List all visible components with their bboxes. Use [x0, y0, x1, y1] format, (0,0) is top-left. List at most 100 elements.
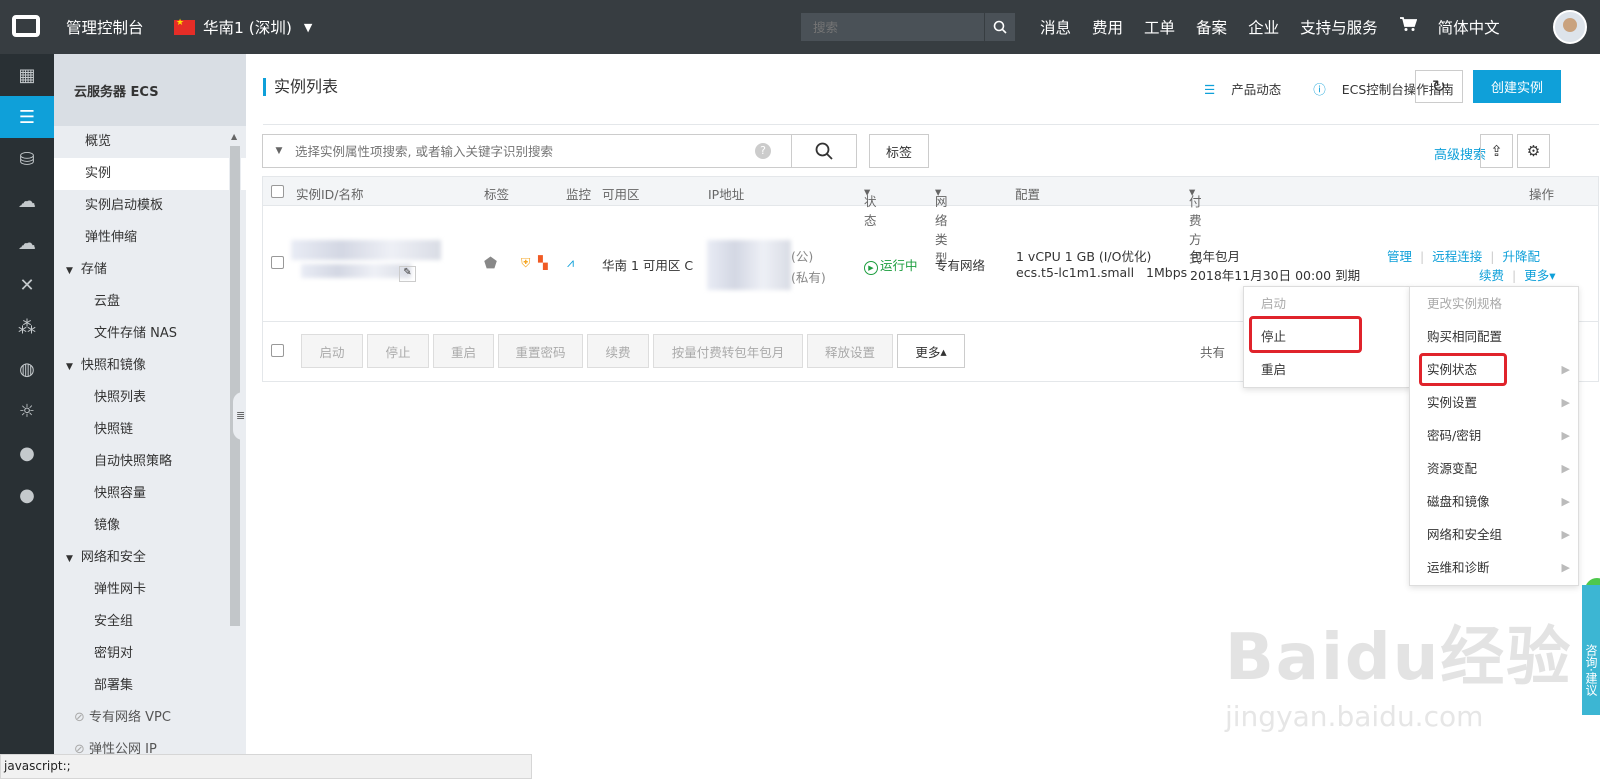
search-icon[interactable] — [984, 13, 1015, 41]
filter-search-button[interactable] — [791, 134, 857, 168]
refresh-button[interactable]: ↻ — [1415, 70, 1463, 103]
stop-button[interactable]: 停止 — [367, 334, 429, 368]
menu-ops-diagnosis[interactable]: 运维和诊断 ▶ — [1410, 551, 1578, 584]
sidebar-item-3[interactable]: 弹性伸缩 — [54, 222, 246, 254]
sidebar-item-11[interactable]: 快照容量 — [54, 478, 246, 510]
sidebar-item-label: 文件存储 NAS — [94, 326, 178, 341]
menu-instance-settings[interactable]: 实例设置 ▶ — [1410, 386, 1578, 419]
product-news-link[interactable]: ☰ 产品动态 — [1204, 79, 1297, 98]
security-shield-icon[interactable]: ⛨ — [521, 255, 530, 271]
cart-icon[interactable] — [1399, 16, 1417, 38]
col-billing[interactable]: 付费方式 ▾ — [1189, 184, 1202, 266]
more-actions-button[interactable]: 更多 ▴ — [897, 334, 965, 368]
question-icon[interactable]: ? — [755, 143, 771, 159]
advanced-search-link[interactable]: 高级搜索 — [1434, 144, 1486, 163]
sidebar-item-9[interactable]: 快照链 — [54, 414, 246, 446]
tag-icon[interactable]: ⬟ — [484, 254, 497, 272]
menu-restart[interactable]: 重启 — [1244, 353, 1410, 386]
nav-icp[interactable]: 备案 — [1196, 16, 1227, 38]
sidebar-item-18[interactable]: ⊘ 专有网络 VPC — [54, 702, 246, 734]
select-all-checkbox[interactable] — [271, 185, 284, 198]
start-button[interactable]: 启动 — [301, 334, 363, 368]
region-selector[interactable]: 华南1 (深圳) ▼ — [174, 16, 312, 38]
sidebar-item-15[interactable]: 安全组 — [54, 606, 246, 638]
user-avatar[interactable] — [1553, 10, 1587, 44]
tools-icon[interactable]: ✕ — [0, 264, 54, 306]
scrollbar-thumb[interactable] — [230, 146, 240, 626]
sidebar-item-16[interactable]: 密钥对 — [54, 638, 246, 670]
sidebar-item-8[interactable]: 快照列表 — [54, 382, 246, 414]
sidebar-item-14[interactable]: 弹性网卡 — [54, 574, 246, 606]
top-search-input[interactable] — [801, 13, 984, 41]
more-link[interactable]: 更多▾ — [1524, 268, 1555, 283]
nav-enterprise[interactable]: 企业 — [1248, 16, 1279, 38]
instance-id-redacted[interactable] — [291, 240, 441, 260]
language-selector[interactable]: 简体中文 — [1438, 16, 1500, 38]
footer-checkbox[interactable] — [271, 344, 284, 357]
filter-dropdown-icon[interactable]: ▼ — [263, 146, 295, 156]
sidebar-item-5[interactable]: 云盘 — [54, 286, 246, 318]
nav-billing[interactable]: 费用 — [1092, 16, 1123, 38]
chevron-right-icon: ▶ — [1561, 495, 1570, 508]
filter-input[interactable] — [295, 143, 755, 159]
col-id[interactable]: 实例ID/名称 — [296, 184, 364, 203]
manage-link[interactable]: 管理 — [1387, 249, 1412, 264]
nav-messages[interactable]: 消息 — [1040, 16, 1071, 38]
database-icon[interactable]: ⛁ — [0, 138, 54, 180]
sidebar-item-label: 快照链 — [94, 422, 134, 437]
sidebar-item-1[interactable]: 实例 — [54, 158, 246, 190]
row-checkbox[interactable] — [271, 256, 284, 269]
menu-network-security[interactable]: 网络和安全组 ▶ — [1410, 518, 1578, 551]
sidebar-item-2[interactable]: 实例启动模板 — [54, 190, 246, 222]
sidebar-item-13[interactable]: 网络和安全 — [54, 542, 246, 574]
grid-icon[interactable]: ▦ — [0, 54, 54, 96]
console-title[interactable]: 管理控制台 — [66, 16, 144, 38]
settings-button[interactable]: ⚙ — [1517, 134, 1550, 168]
convert-billing-button[interactable]: 按量付费转包年包月 — [653, 334, 803, 368]
sidebar-item-17[interactable]: 部署集 — [54, 670, 246, 702]
export-button[interactable]: ⇪ — [1480, 134, 1513, 168]
menu-buy-same[interactable]: 购买相同配置 — [1410, 320, 1578, 353]
consult-tab[interactable]: 咨询·建议 — [1582, 585, 1600, 715]
renew-button[interactable]: 续费 — [587, 334, 649, 368]
col-net-type[interactable]: 网络类型 ▾ — [935, 184, 948, 266]
monitor-chart-icon[interactable]: ⩘ — [567, 255, 574, 271]
reset-password-button[interactable]: 重置密码 — [498, 334, 583, 368]
sidebar-scrollbar[interactable]: ▲ — [229, 130, 241, 779]
aliyun-logo-icon[interactable] — [12, 15, 40, 37]
sidebar-item-4[interactable]: 存储 — [54, 254, 246, 286]
menu-resource-change[interactable]: 资源变配 ▶ — [1410, 452, 1578, 485]
edit-name-icon[interactable]: ✎ — [399, 266, 416, 282]
col-status[interactable]: 状态 ▾ — [864, 184, 877, 228]
menu-change-spec[interactable]: 更改实例规格 — [1410, 287, 1578, 320]
restart-button[interactable]: 重启 — [433, 334, 494, 368]
sidebar-item-7[interactable]: 快照和镜像 — [54, 350, 246, 382]
sidebar-collapse-tab[interactable]: ≣ — [233, 392, 246, 440]
menu-disk-image[interactable]: 磁盘和镜像 ▶ — [1410, 485, 1578, 518]
cloud-download-icon[interactable]: ☁ — [0, 222, 54, 264]
cluster-icon[interactable]: ⁂ — [0, 306, 54, 348]
sidebar-item-6[interactable]: 文件存储 NAS — [54, 318, 246, 350]
nav-support[interactable]: 支持与服务 — [1300, 16, 1378, 38]
nav-tickets[interactable]: 工单 — [1144, 16, 1175, 38]
create-instance-button[interactable]: 创建实例 — [1473, 70, 1561, 103]
tag-button[interactable]: 标签 — [869, 134, 929, 168]
sidebar-item-label: 弹性网卡 — [94, 582, 147, 597]
sidebar-item-label: 专有网络 VPC — [89, 710, 171, 725]
menu-password-key[interactable]: 密码/密钥 ▶ — [1410, 419, 1578, 452]
sidebar-item-0[interactable]: 概览 — [54, 126, 246, 158]
scroll-up-icon[interactable]: ▲ — [231, 132, 237, 141]
sidebar-item-label: 快照容量 — [94, 486, 147, 501]
server-icon[interactable]: ☰ — [0, 96, 54, 138]
sidebar-item-10[interactable]: 自动快照策略 — [54, 446, 246, 478]
release-settings-button[interactable]: 释放设置 — [807, 334, 893, 368]
circle-icon-2[interactable]: ● — [0, 474, 54, 516]
circle-icon-1[interactable]: ● — [0, 432, 54, 474]
globe-icon[interactable]: ◍ — [0, 348, 54, 390]
renew-link[interactable]: 续费 — [1479, 268, 1504, 283]
remote-connect-link[interactable]: 远程连接 — [1432, 249, 1482, 264]
resize-link[interactable]: 升降配 — [1502, 249, 1540, 264]
sidebar-item-12[interactable]: 镜像 — [54, 510, 246, 542]
gear-cloud-icon[interactable]: ☼ — [0, 390, 54, 432]
cloud-upload-icon[interactable]: ☁ — [0, 180, 54, 222]
